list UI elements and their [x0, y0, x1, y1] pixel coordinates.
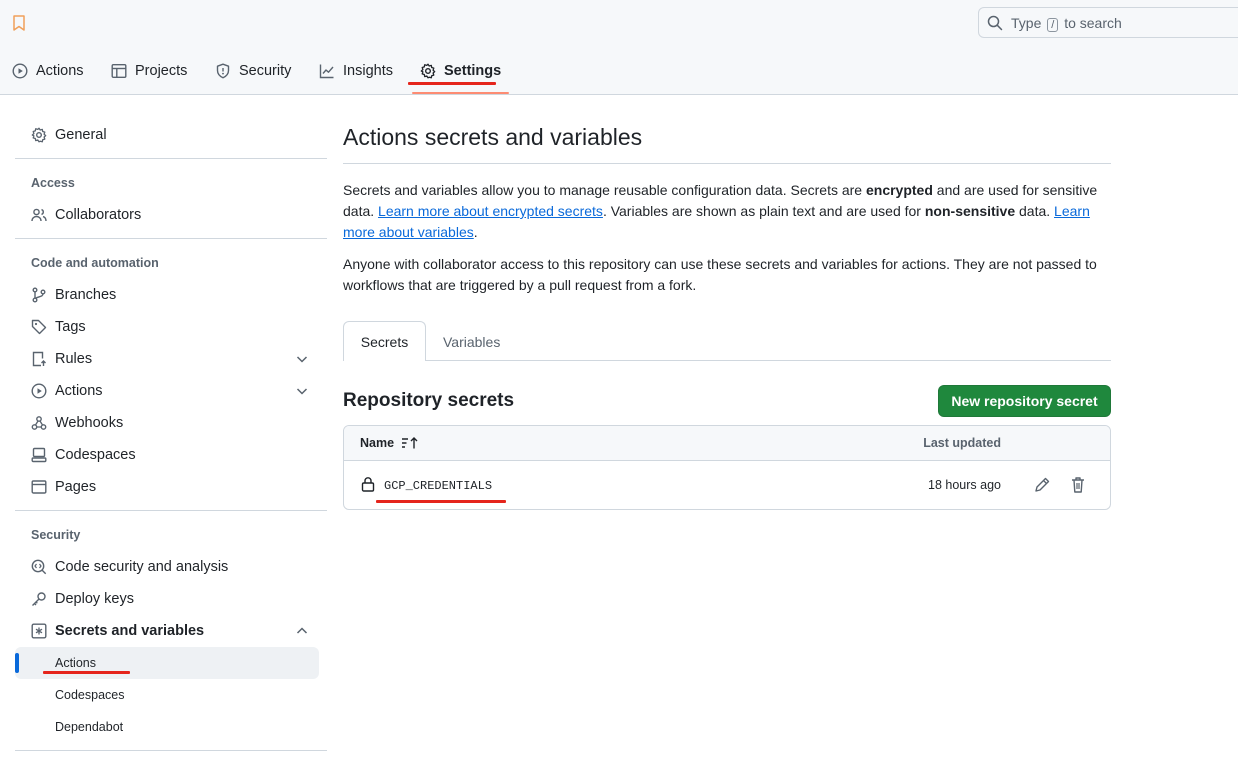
- search-icon: [987, 15, 1003, 31]
- annotation-underline-actions: [43, 671, 130, 674]
- search-shortcut-key: /: [1047, 18, 1059, 32]
- table-header: Name Last updated: [344, 426, 1110, 461]
- description-paragraph: Secrets and variables allow you to manag…: [343, 182, 1098, 240]
- sidebar-item-label: Codespaces: [55, 688, 125, 702]
- link-encrypted-secrets[interactable]: Learn more about encrypted secrets: [378, 203, 603, 219]
- annotation-underline-settings: [408, 82, 496, 85]
- sidebar-item-label: Collaborators: [55, 207, 142, 223]
- gear-icon: [31, 127, 47, 143]
- sidebar-item-codespaces[interactable]: Codespaces: [15, 441, 319, 469]
- shield-icon: [216, 63, 230, 79]
- access-note-paragraph: Anyone with collaborator access to this …: [343, 256, 1097, 293]
- sidebar-item-code-security[interactable]: Code security and analysis: [15, 553, 319, 581]
- tab-actions[interactable]: Actions: [12, 60, 84, 82]
- sidebar-heading-code: Code and automation: [31, 256, 159, 270]
- tab-label: Insights: [343, 63, 393, 79]
- tab-variables[interactable]: Variables: [443, 334, 500, 350]
- sidebar-divider: [15, 238, 327, 239]
- sidebar-item-label: Dependabot: [55, 720, 124, 734]
- people-icon: [31, 208, 47, 222]
- active-tab-gap: [344, 360, 425, 361]
- lock-icon: [361, 477, 375, 492]
- sidebar-item-label: Deploy keys: [55, 591, 134, 607]
- sidebar-divider: [15, 750, 327, 751]
- column-header-last-updated: Last updated: [923, 436, 1001, 450]
- codescan-icon: [31, 559, 47, 575]
- sidebar-divider: [15, 510, 327, 511]
- search-input[interactable]: Type / to search: [978, 7, 1238, 38]
- sidebar-item-label: Actions: [55, 383, 103, 399]
- sidebar-subitem-codespaces[interactable]: Codespaces: [15, 681, 319, 709]
- tab-label: Actions: [36, 63, 84, 79]
- sidebar-item-webhooks[interactable]: Webhooks: [15, 409, 319, 437]
- sidebar-item-label: General: [55, 127, 107, 143]
- sidebar-item-label: Pages: [55, 479, 97, 495]
- chevron-down-icon[interactable]: [295, 384, 309, 398]
- tab-label: Projects: [135, 63, 188, 79]
- tabs-divider: [343, 360, 1111, 361]
- secrets-table: Name Last updated GCP_CREDENTIALS 18 hou…: [343, 425, 1111, 510]
- key-icon: [32, 592, 46, 606]
- pencil-icon[interactable]: [1031, 474, 1053, 496]
- sidebar-item-label: Rules: [55, 351, 93, 367]
- bookmark-icon[interactable]: [12, 15, 26, 31]
- secret-last-updated: 18 hours ago: [928, 478, 1001, 492]
- webhook-icon: [31, 416, 47, 430]
- codespaces-icon: [31, 447, 47, 463]
- repo-push-icon: [32, 351, 46, 367]
- play-icon: [31, 383, 47, 399]
- sidebar-item-pages[interactable]: Pages: [15, 473, 319, 501]
- sidebar-item-branches[interactable]: Branches: [15, 281, 319, 309]
- sidebar-item-deploy-keys[interactable]: Deploy keys: [15, 585, 319, 613]
- play-icon: [12, 63, 28, 79]
- tab-insights[interactable]: Insights: [319, 60, 393, 82]
- sidebar-item-label: Codespaces: [55, 447, 136, 463]
- tab-label: Settings: [444, 63, 502, 79]
- sidebar-item-actions[interactable]: Actions: [15, 377, 319, 405]
- sidebar-item-label: Secrets and variables: [55, 623, 205, 639]
- trash-icon[interactable]: [1067, 474, 1089, 496]
- sidebar-item-label: Branches: [55, 287, 117, 303]
- repo-header: Type / to search Actions Projects Securi…: [0, 0, 1238, 95]
- page-title: Actions secrets and variables: [343, 124, 643, 150]
- branch-icon: [32, 287, 46, 303]
- gear-icon: [420, 63, 436, 79]
- chevron-down-icon[interactable]: [295, 352, 309, 366]
- sort-asc-icon[interactable]: [401, 436, 419, 450]
- asterisk-icon: [31, 623, 47, 639]
- annotation-underline-secret: [376, 500, 506, 503]
- sidebar-item-secrets-and-variables[interactable]: Secrets and variables: [15, 617, 319, 645]
- sidebar-item-label: Webhooks: [55, 415, 124, 431]
- chevron-up-icon[interactable]: [295, 624, 309, 638]
- table-icon: [111, 64, 127, 79]
- secret-name: GCP_CREDENTIALS: [384, 479, 493, 493]
- new-repository-secret-button[interactable]: New repository secret: [938, 385, 1111, 417]
- title-divider: [343, 163, 1111, 164]
- sidebar-divider: [15, 158, 327, 159]
- tab-security[interactable]: Security: [215, 60, 291, 82]
- tab-secrets[interactable]: Secrets: [343, 321, 426, 361]
- sidebar-heading-security: Security: [31, 528, 81, 542]
- sidebar-heading-access: Access: [31, 176, 75, 190]
- graph-icon: [319, 64, 334, 79]
- sidebar-item-label: Code security and analysis: [55, 559, 229, 575]
- active-tab-indicator: [412, 92, 509, 94]
- search-placeholder: Type / to search: [1011, 15, 1122, 32]
- section-title: Repository secrets: [343, 390, 515, 411]
- browser-icon: [31, 480, 47, 494]
- tab-label: Security: [239, 63, 292, 79]
- sidebar-item-label: Actions: [55, 656, 96, 670]
- sidebar-item-collaborators[interactable]: Collaborators: [15, 201, 319, 229]
- sidebar-item-tags[interactable]: Tags: [15, 313, 319, 341]
- sidebar-item-rules[interactable]: Rules: [15, 345, 319, 373]
- sidebar-item-general[interactable]: General: [15, 121, 319, 149]
- column-header-name[interactable]: Name: [360, 436, 394, 450]
- sidebar-item-label: Tags: [55, 319, 86, 335]
- tab-projects[interactable]: Projects: [111, 60, 187, 82]
- tab-settings[interactable]: Settings: [420, 60, 501, 82]
- tag-icon: [31, 319, 47, 335]
- sidebar-subitem-dependabot[interactable]: Dependabot: [15, 713, 319, 741]
